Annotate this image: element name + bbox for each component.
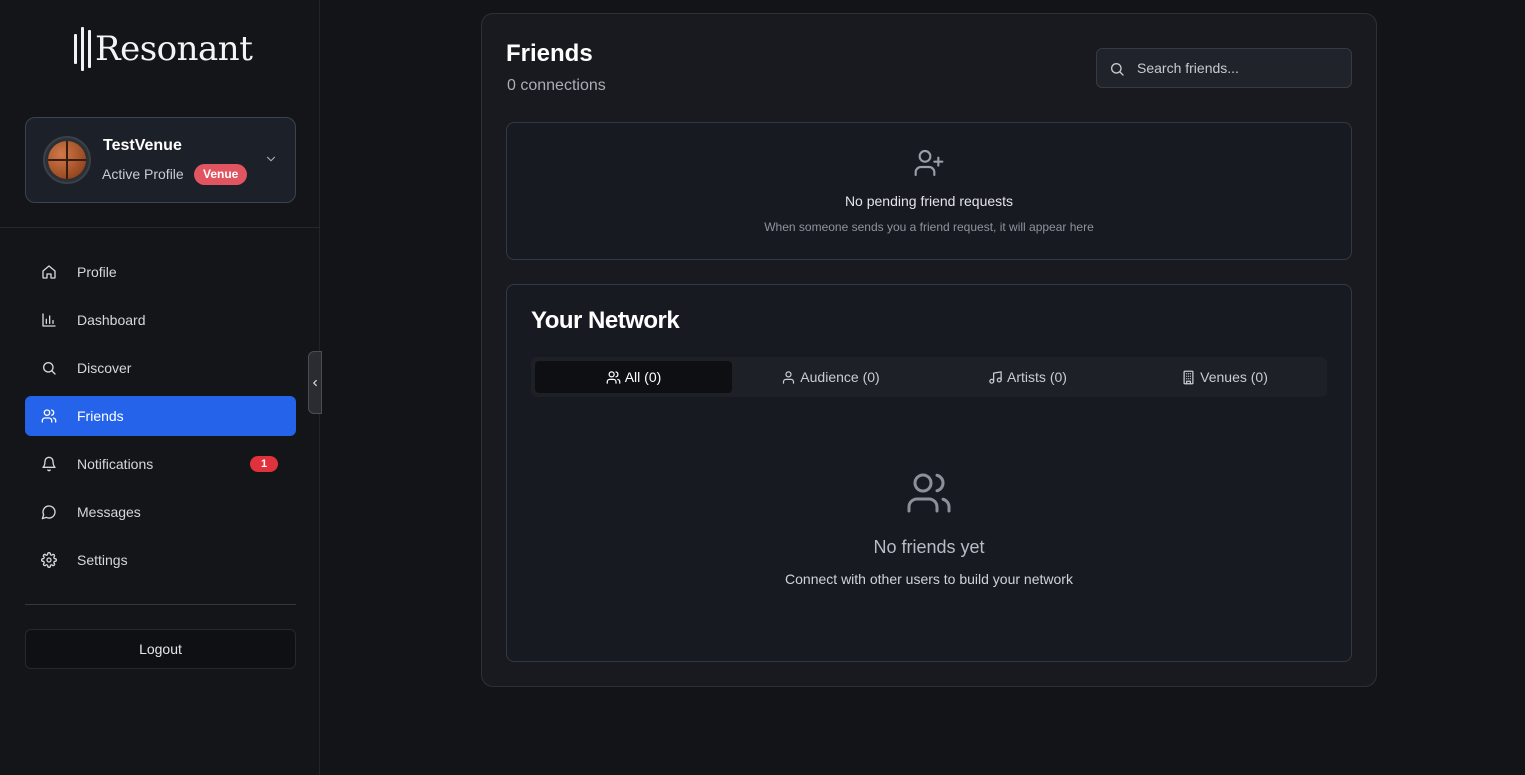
sidebar-item-label: Discover	[77, 360, 132, 376]
users-icon	[606, 370, 621, 385]
sidebar-item-friends[interactable]: Friends	[25, 396, 296, 436]
friends-panel: Friends 0 connections No pending friend …	[481, 13, 1377, 687]
connection-count: 0 connections	[507, 77, 606, 94]
tab-label: Artists (0)	[1007, 369, 1067, 385]
tab-label: Audience (0)	[800, 369, 880, 385]
music-icon	[988, 370, 1003, 385]
sidebar-item-dashboard[interactable]: Dashboard	[25, 300, 296, 340]
chevron-down-icon[interactable]	[264, 152, 278, 166]
logo-text: Resonant	[95, 29, 253, 69]
sidebar-nav: Profile Dashboard Discover Friends Notif…	[25, 252, 296, 588]
pending-requests-card: No pending friend requests When someone …	[506, 122, 1352, 260]
tab-label: All (0)	[624, 369, 662, 385]
tab-audience[interactable]: Audience (0)	[732, 361, 929, 393]
app-logo[interactable]: Resonant	[74, 24, 253, 74]
avatar	[43, 136, 91, 184]
tab-all[interactable]: All (0)	[535, 361, 732, 393]
building-icon	[1181, 370, 1196, 385]
page-title: Friends	[506, 40, 593, 67]
sidebar-item-label: Profile	[77, 264, 117, 280]
sidebar-item-label: Settings	[77, 552, 128, 568]
profile-type-badge: Venue	[194, 164, 248, 185]
tab-label: Venues (0)	[1200, 369, 1268, 385]
profile-subtitle: Active Profile	[102, 166, 184, 182]
sidebar: Resonant TestVenue Active Profile Venue …	[0, 0, 320, 775]
profile-name: TestVenue	[103, 137, 182, 154]
search-icon	[41, 360, 57, 376]
network-empty-subtitle: Connect with other users to build your n…	[785, 571, 1073, 587]
search-box	[1096, 48, 1352, 88]
user-icon	[781, 370, 796, 385]
message-circle-icon	[41, 504, 57, 520]
search-input[interactable]	[1137, 49, 1342, 87]
user-plus-icon	[914, 149, 944, 177]
pending-empty-title: No pending friend requests	[844, 193, 1014, 209]
logout-button[interactable]: Logout	[25, 629, 296, 669]
sidebar-item-notifications[interactable]: Notifications 1	[25, 444, 296, 484]
network-title: Your Network	[531, 307, 680, 334]
network-tabs: All (0) Audience (0) Artists (0) Venues …	[531, 357, 1327, 397]
users-icon	[41, 408, 57, 424]
users-icon	[907, 473, 951, 513]
sidebar-item-messages[interactable]: Messages	[25, 492, 296, 532]
tab-artists[interactable]: Artists (0)	[929, 361, 1126, 393]
sidebar-item-profile[interactable]: Profile	[25, 252, 296, 292]
network-card: Your Network All (0) Audience (0) Artist…	[506, 284, 1352, 662]
bar-chart-icon	[41, 312, 57, 328]
sidebar-collapse-handle[interactable]	[308, 351, 322, 414]
sidebar-item-label: Friends	[77, 408, 124, 424]
logo-mark	[74, 26, 91, 72]
bell-icon	[41, 456, 57, 472]
sidebar-item-label: Notifications	[77, 456, 154, 472]
notification-count-badge: 1	[250, 456, 278, 472]
sidebar-divider	[0, 227, 320, 228]
search-icon	[1111, 62, 1124, 76]
sidebar-item-discover[interactable]: Discover	[25, 348, 296, 388]
sidebar-item-label: Dashboard	[77, 312, 146, 328]
basketball-avatar-icon	[48, 141, 86, 179]
tab-venues[interactable]: Venues (0)	[1126, 361, 1323, 393]
sidebar-divider	[25, 604, 296, 605]
sidebar-item-label: Messages	[77, 504, 141, 520]
sidebar-item-settings[interactable]: Settings	[25, 540, 296, 580]
chevron-left-icon	[313, 379, 317, 386]
network-empty-title: No friends yet	[873, 537, 985, 557]
pending-empty-subtitle: When someone sends you a friend request,…	[764, 220, 1094, 234]
gear-icon	[41, 552, 57, 568]
profile-switcher[interactable]: TestVenue Active Profile Venue	[25, 117, 296, 203]
home-icon	[41, 264, 57, 280]
